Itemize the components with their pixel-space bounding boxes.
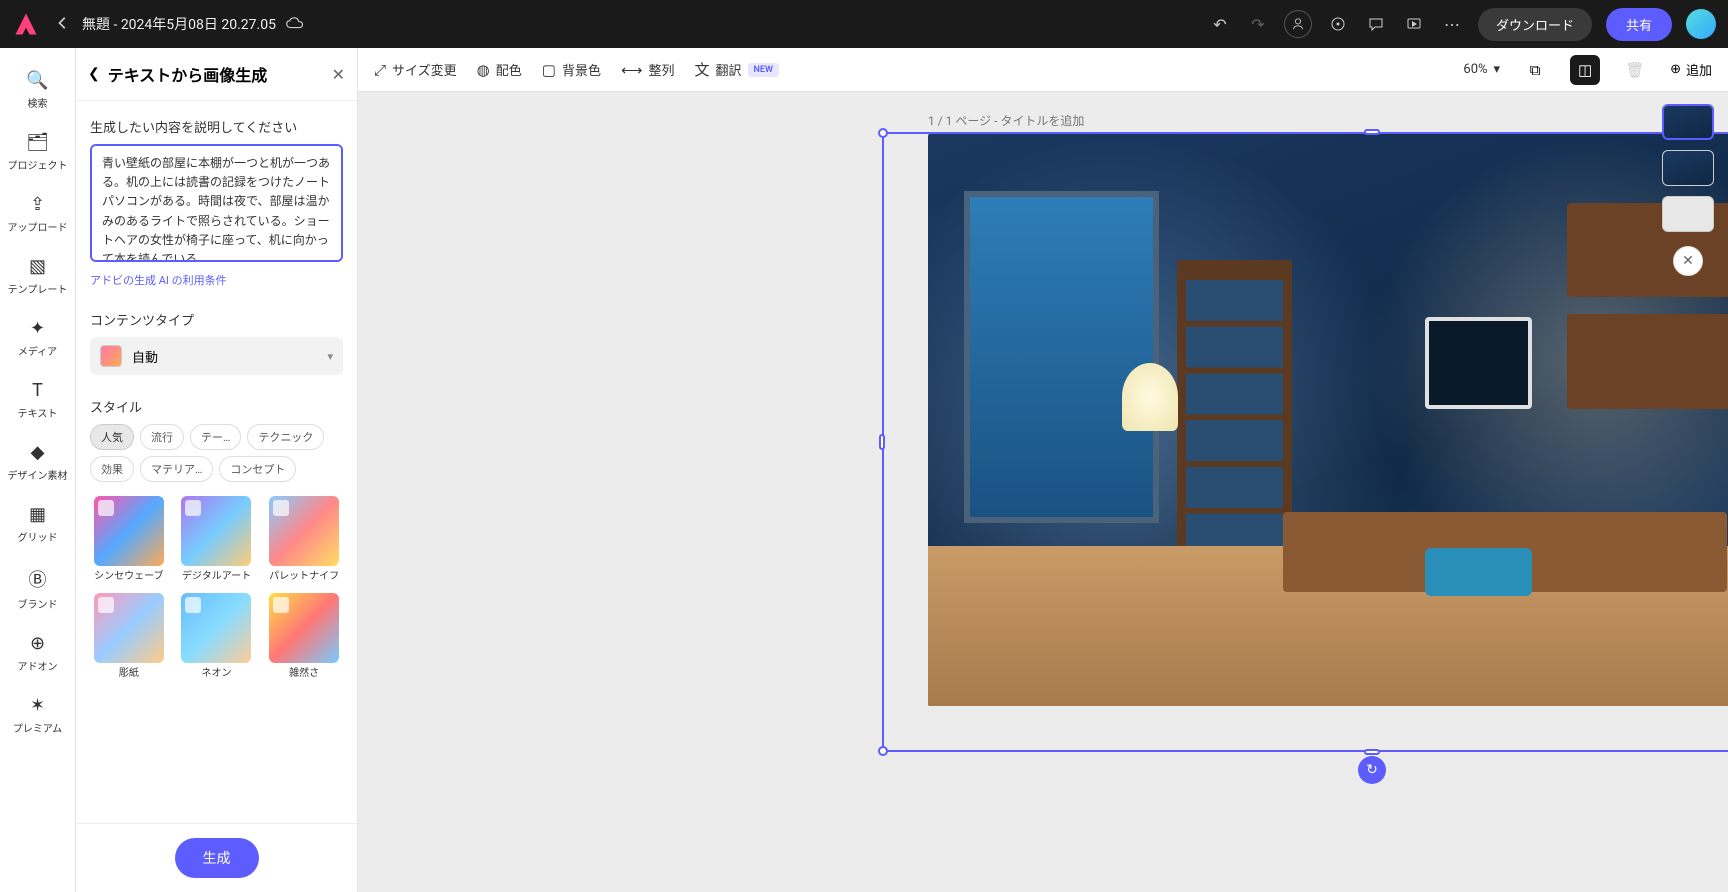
canvas-toolbar: ⤢サイズ変更 ◍配色 ▢背景色 ⟷整列 文翻訳NEW 60%▾ ⧉ ◫ 🗑 ⊕追…	[358, 48, 1728, 92]
tb-resize[interactable]: ⤢サイズ変更	[374, 60, 457, 79]
palette-icon: ◍	[477, 61, 490, 79]
rail-addon[interactable]: ⊕アドオン	[0, 623, 75, 683]
download-button[interactable]: ダウンロード	[1478, 8, 1592, 41]
template-icon: ▧	[29, 256, 46, 277]
style-synthwave[interactable]: シンセウェーブ	[90, 496, 168, 583]
chevron-down-icon: ▾	[327, 350, 333, 363]
style-clutter[interactable]: 雑然さ	[265, 593, 343, 680]
document-title[interactable]: 無題 - 2024年5月08日 20.27.05	[82, 14, 276, 34]
page-label[interactable]: 1 / 1 ページ - タイトルを追加	[928, 112, 1084, 129]
upload-icon: ⇪	[30, 194, 45, 215]
tb-arrange[interactable]: ⟷整列	[621, 60, 675, 79]
panel-title: テキストから画像生成	[108, 62, 332, 86]
regenerate-icon[interactable]: ↻	[1358, 756, 1386, 784]
style-digital-art[interactable]: デジタルアート	[178, 496, 256, 583]
more-icon[interactable]: ⋯	[1440, 12, 1464, 36]
grid-icon: ▦	[29, 504, 46, 525]
pill-trend[interactable]: 流行	[140, 424, 184, 450]
tb-bgcolor[interactable]: ▢背景色	[542, 60, 601, 79]
present-icon[interactable]	[1402, 12, 1426, 36]
page-thumbnail-rail: ✕	[1662, 104, 1714, 276]
invite-icon[interactable]	[1284, 10, 1312, 38]
resize-icon: ⤢	[374, 61, 386, 79]
pill-concept[interactable]: コンセプト	[219, 456, 296, 482]
rail-text[interactable]: Tテキスト	[0, 370, 75, 430]
page-thumb-1[interactable]	[1662, 104, 1714, 140]
rail-brand[interactable]: Ⓑブランド	[0, 556, 75, 621]
page-thumb-3[interactable]	[1662, 196, 1714, 232]
handle-mid-left[interactable]	[879, 434, 885, 450]
panel-close-icon[interactable]: ✕	[332, 65, 345, 84]
generate-button[interactable]: 生成	[175, 838, 259, 878]
handle-bottom-left[interactable]	[878, 746, 888, 756]
translate-icon: 文	[694, 59, 709, 80]
handle-top-mid[interactable]	[1364, 129, 1380, 135]
tb-translate[interactable]: 文翻訳NEW	[694, 59, 778, 80]
style-palette-knife[interactable]: パレットナイフ	[265, 496, 343, 583]
cloud-sync-icon[interactable]	[286, 15, 304, 34]
user-avatar[interactable]	[1686, 9, 1716, 39]
pill-popular[interactable]: 人気	[90, 424, 134, 450]
prompt-input[interactable]	[90, 144, 343, 262]
terms-link[interactable]: アドビの生成 AI の利用条件	[90, 272, 343, 288]
premium-icon: ✶	[30, 695, 45, 716]
style-carved-paper[interactable]: 彫紙	[90, 593, 168, 680]
content-type-select[interactable]: 自動 ▾	[90, 337, 343, 375]
handle-bottom-mid[interactable]	[1364, 749, 1380, 755]
search-icon: 🔍	[26, 70, 48, 91]
rail-templates[interactable]: ▧テンプレート	[0, 246, 75, 306]
tb-delete-icon[interactable]: 🗑	[1620, 55, 1650, 85]
redo-icon[interactable]: ↷	[1246, 12, 1270, 36]
app-header: 無題 - 2024年5月08日 20.27.05 ↶ ↷ ⋯ ダウンロード 共有	[0, 0, 1728, 48]
brand-icon: Ⓑ	[29, 566, 47, 592]
zoom-select[interactable]: 60%▾	[1463, 62, 1500, 77]
media-icon: ✦	[30, 318, 45, 339]
tb-duplicate-icon[interactable]: ⧉	[1520, 55, 1550, 85]
tb-add-button[interactable]: ⊕追加	[1670, 60, 1712, 79]
plus-circle-icon: ⊕	[1670, 62, 1681, 77]
shapes-icon: ◆	[31, 442, 45, 463]
text-icon: T	[32, 380, 43, 401]
chevron-down-icon: ▾	[1494, 62, 1501, 77]
collapse-thumbs-icon[interactable]: ✕	[1673, 246, 1703, 276]
rail-upload[interactable]: ⇪アップロード	[0, 184, 75, 244]
arrange-icon: ⟷	[621, 61, 643, 79]
prompt-label: 生成したい内容を説明してください	[90, 117, 343, 136]
style-neon[interactable]: ネオン	[178, 593, 256, 680]
content-type-label: コンテンツタイプ	[90, 310, 343, 329]
pill-technique[interactable]: テクニック	[247, 424, 324, 450]
rail-search[interactable]: 🔍検索	[0, 60, 75, 120]
canvas-viewport[interactable]: 1 / 1 ページ - タイトルを追加 ↻	[358, 92, 1728, 892]
share-button[interactable]: 共有	[1606, 8, 1672, 41]
folder-icon: 🗂	[26, 132, 49, 153]
undo-icon[interactable]: ↶	[1208, 12, 1232, 36]
rail-grid[interactable]: ▦グリッド	[0, 494, 75, 554]
canvas-area: ⤢サイズ変更 ◍配色 ▢背景色 ⟷整列 文翻訳NEW 60%▾ ⧉ ◫ 🗑 ⊕追…	[358, 48, 1728, 892]
pill-effect[interactable]: 効果	[90, 456, 134, 482]
selection-frame[interactable]: ↻	[882, 132, 1728, 752]
page-thumb-2[interactable]	[1662, 150, 1714, 186]
help-icon[interactable]	[1326, 12, 1350, 36]
comment-icon[interactable]	[1364, 12, 1388, 36]
addon-icon: ⊕	[30, 633, 45, 654]
content-type-thumb-icon	[100, 345, 122, 367]
rail-media[interactable]: ✦メディア	[0, 308, 75, 368]
app-logo-icon[interactable]	[12, 10, 40, 38]
text-to-image-panel: ❮ テキストから画像生成 ✕ 生成したい内容を説明してください アドビの生成 A…	[76, 48, 358, 892]
tb-recolor[interactable]: ◍配色	[477, 60, 522, 79]
handle-top-left[interactable]	[878, 128, 888, 138]
square-icon: ▢	[542, 61, 556, 79]
style-label: スタイル	[90, 397, 343, 416]
rail-projects[interactable]: 🗂プロジェクト	[0, 122, 75, 182]
rail-design[interactable]: ◆デザイン素材	[0, 432, 75, 492]
pill-material[interactable]: マテリア…	[140, 456, 213, 482]
left-rail: 🔍検索 🗂プロジェクト ⇪アップロード ▧テンプレート ✦メディア Tテキスト …	[0, 48, 76, 892]
rail-premium[interactable]: ✶プレミアム	[0, 685, 75, 745]
tb-crop-icon[interactable]: ◫	[1570, 55, 1600, 85]
back-button[interactable]	[48, 11, 78, 38]
panel-back-icon[interactable]: ❮	[88, 66, 100, 82]
pill-theme[interactable]: テー…	[190, 424, 241, 450]
